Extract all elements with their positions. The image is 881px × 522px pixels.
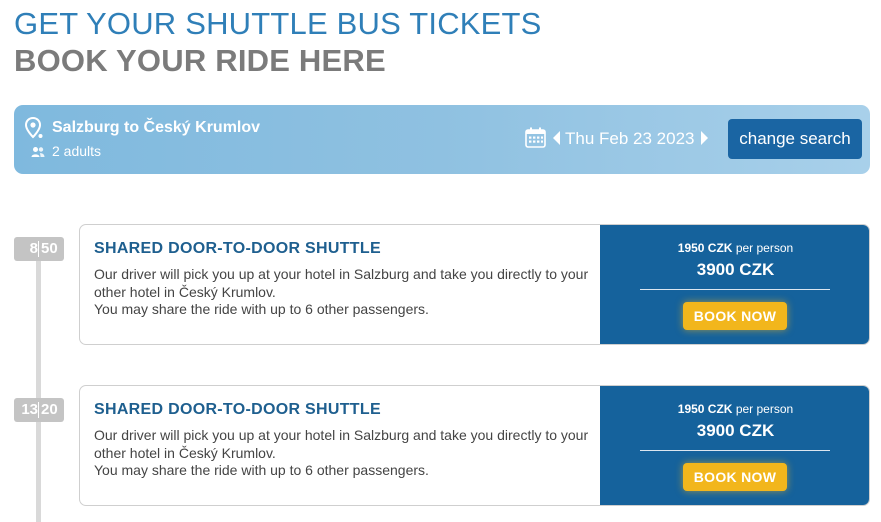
price-per-person: 1950 CZK per person <box>600 241 869 255</box>
departure-hour: 8 <box>29 240 38 257</box>
page-subtitle: BOOK YOUR RIDE HERE <box>14 43 386 78</box>
shuttle-title: SHARED DOOR-TO-DOOR SHUTTLE <box>94 240 381 257</box>
chevron-left-icon[interactable] <box>553 131 560 145</box>
passenger-count: 2 adults <box>52 143 102 159</box>
description-line: Our driver will pick you up at your hote… <box>94 427 589 443</box>
chevron-right-icon[interactable] <box>701 131 708 145</box>
per-person-amount: 1950 CZK <box>677 241 733 255</box>
per-person-label: per person <box>735 241 794 255</box>
price-divider <box>640 450 830 451</box>
book-now-button[interactable]: BOOK NOW <box>683 302 787 330</box>
shuttle-description: Our driver will pick you up at your hote… <box>94 427 594 480</box>
map-pin-icon <box>25 117 43 139</box>
shuttle-description: Our driver will pick you up at your hote… <box>94 266 594 319</box>
time-separator <box>38 241 39 257</box>
page-title: GET YOUR SHUTTLE BUS TICKETS <box>14 6 542 41</box>
time-separator <box>38 402 39 418</box>
per-person-amount: 1950 CZK <box>677 402 733 416</box>
book-now-button[interactable]: BOOK NOW <box>683 463 787 491</box>
shuttle-result-card: SHARED DOOR-TO-DOOR SHUTTLE Our driver w… <box>79 385 870 506</box>
price-panel: 1950 CZK per person 3900 CZK BOOK NOW <box>600 386 869 505</box>
description-line: Our driver will pick you up at your hote… <box>94 266 589 282</box>
shuttle-result-card: SHARED DOOR-TO-DOOR SHUTTLE Our driver w… <box>79 224 870 345</box>
shuttle-title: SHARED DOOR-TO-DOOR SHUTTLE <box>94 401 381 418</box>
departure-minute: 20 <box>41 401 58 418</box>
price-per-person: 1950 CZK per person <box>600 402 869 416</box>
price-divider <box>640 289 830 290</box>
selected-date[interactable]: Thu Feb 23 2023 <box>565 129 694 149</box>
per-person-label: per person <box>735 402 794 416</box>
search-summary-bar: Salzburg to Český Krumlov 2 adults Thu F… <box>14 105 870 174</box>
departure-minute: 50 <box>41 240 58 257</box>
description-line: other hotel in Český Krumlov. <box>94 283 276 300</box>
calendar-icon[interactable] <box>525 127 546 148</box>
change-search-button[interactable]: change search <box>728 119 862 159</box>
description-line: You may share the ride with up to 6 othe… <box>94 462 429 478</box>
description-line: You may share the ride with up to 6 othe… <box>94 301 429 317</box>
price-panel: 1950 CZK per person 3900 CZK BOOK NOW <box>600 225 869 344</box>
departure-time-badge: 8 50 <box>14 237 64 261</box>
departure-hour: 13 <box>21 401 38 418</box>
total-price: 3900 CZK <box>696 260 775 279</box>
people-icon <box>31 147 45 157</box>
route-label: Salzburg to Český Krumlov <box>52 119 261 136</box>
total-price: 3900 CZK <box>696 421 775 440</box>
departure-time-badge: 13 20 <box>14 398 64 422</box>
timeline-line <box>36 258 41 522</box>
description-line: other hotel in Český Krumlov. <box>94 444 276 461</box>
